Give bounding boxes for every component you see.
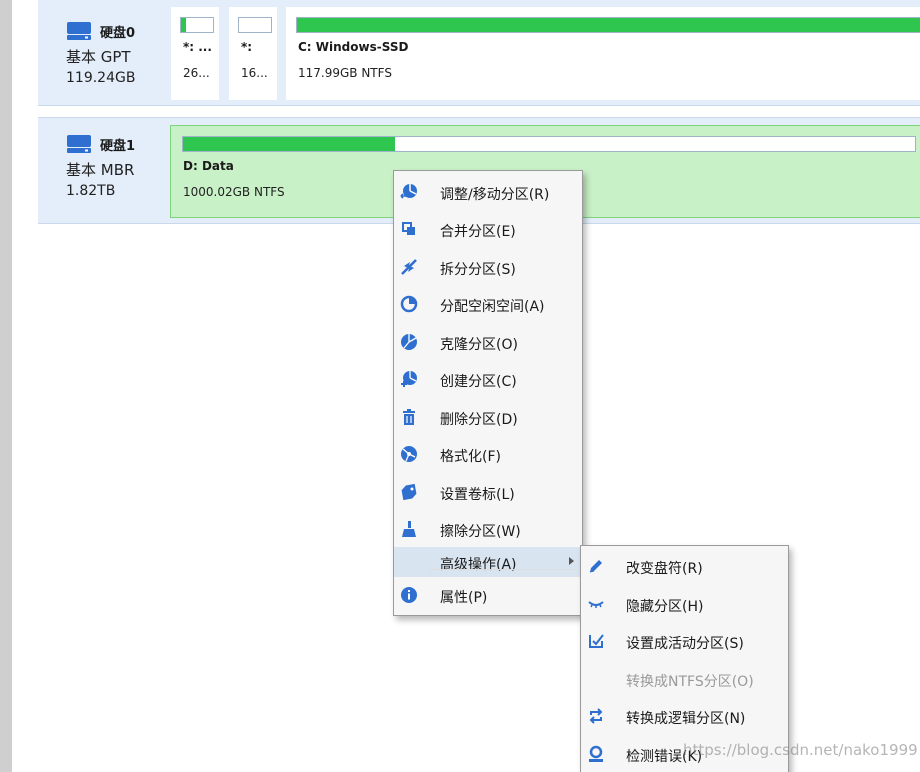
menu-item-label: 高级操作(A) [440, 557, 517, 573]
menu-item-label: 克隆分区(O) [440, 337, 518, 353]
disk-name: 硬盘1 [100, 138, 136, 154]
menu-item-clone[interactable]: 克隆分区(O) [394, 327, 582, 357]
submenu-item-set-active[interactable]: 设置成活动分区(S) [581, 626, 788, 656]
disk-name: 硬盘0 [100, 25, 136, 41]
submenu-item-convert-logical[interactable]: 转换成逻辑分区(N) [581, 701, 788, 731]
menu-item-label: 设置卷标(L) [440, 487, 515, 503]
info-icon [400, 586, 418, 604]
disk-size: 1.82TB [66, 183, 116, 199]
partition-detail: 26... [183, 66, 210, 80]
menu-item-label: 合并分区(E) [440, 224, 516, 240]
submenu-item-label: 设置成活动分区(S) [626, 636, 744, 652]
partition-detail: 1000.02GB NTFS [183, 185, 285, 199]
menu-item-label: 格式化(F) [440, 449, 501, 465]
wipe-icon [400, 520, 418, 538]
set-active-icon [587, 632, 605, 650]
menu-item-format[interactable]: 格式化(F) [394, 439, 582, 469]
menu-item-advanced[interactable]: 高级操作(A) [394, 547, 582, 577]
submenu-item-change-letter[interactable]: 改变盘符(R) [581, 551, 788, 581]
partition-usage-bar [296, 17, 920, 33]
hard-disk-icon [66, 133, 92, 155]
pencil-icon [587, 557, 605, 575]
watermark-text: https://blog.csdn.net/nako1999 [683, 741, 918, 759]
clone-icon [400, 333, 418, 351]
partition-label: C: Windows-SSD [298, 40, 409, 54]
menu-item-split[interactable]: 拆分分区(S) [394, 252, 582, 282]
partition-label: *: [241, 40, 253, 54]
resize-move-icon [400, 183, 418, 201]
menu-item-label: 创建分区(C) [440, 374, 517, 390]
submenu-item-label: 转换成NTFS分区(O) [626, 674, 754, 690]
partition-c[interactable]: C: Windows-SSD 117.99GB NTFS [286, 7, 920, 100]
menu-item-allocate[interactable]: 分配空闲空间(A) [394, 289, 582, 319]
disk-manager-window: 硬盘0 基本 GPT 119.24GB *: ... 26... *: 16..… [0, 0, 920, 772]
create-icon [400, 370, 418, 388]
partition-label: D: Data [183, 159, 234, 173]
menu-item-label: 属性(P) [440, 590, 488, 606]
disk-info-1: 硬盘1 基本 MBR 1.82TB [66, 132, 166, 199]
menu-item-label: 删除分区(D) [440, 412, 518, 428]
menu-item-delete[interactable]: 删除分区(D) [394, 402, 582, 432]
partition-esp[interactable]: *: ... 26... [171, 7, 219, 100]
advanced-submenu: 改变盘符(R) 隐藏分区(H) 设置成活动分区(S) 转换成NTFS分区(O) … [580, 545, 789, 772]
format-icon [400, 445, 418, 463]
partition-usage-bar [180, 17, 214, 33]
submenu-item-label: 改变盘符(R) [626, 561, 703, 577]
menu-item-set-label[interactable]: 设置卷标(L) [394, 477, 582, 507]
split-icon [400, 258, 418, 276]
menu-item-label: 拆分分区(S) [440, 262, 516, 278]
delete-icon [400, 408, 418, 426]
disk-size: 119.24GB [66, 70, 136, 86]
menu-item-label: 分配空闲空间(A) [440, 299, 545, 315]
convert-icon [587, 707, 605, 725]
menu-separator [430, 569, 576, 570]
partition-detail: 16... [241, 66, 268, 80]
partition-usage-bar [182, 136, 916, 152]
usage-fill [183, 137, 396, 151]
menu-item-wipe[interactable]: 擦除分区(W) [394, 514, 582, 544]
context-menu: 调整/移动分区(R) 合并分区(E) 拆分分区(S) 分配空闲空间(A) 克隆分… [393, 170, 583, 616]
submenu-arrow-icon [569, 557, 574, 565]
menu-item-label: 擦除分区(W) [440, 524, 521, 540]
partition-usage-bar [238, 17, 272, 33]
submenu-item-label: 隐藏分区(H) [626, 599, 704, 615]
label-tag-icon [400, 483, 418, 501]
hide-eye-icon [587, 595, 605, 613]
menu-item-merge[interactable]: 合并分区(E) [394, 214, 582, 244]
menu-item-resize-move[interactable]: 调整/移动分区(R) [394, 177, 582, 207]
menu-item-label: 调整/移动分区(R) [440, 187, 550, 203]
disk-type: 基本 GPT [66, 48, 131, 66]
disk-type: 基本 MBR [66, 161, 135, 179]
submenu-item-convert-ntfs[interactable]: 转换成NTFS分区(O) [581, 664, 788, 694]
disk-info-0: 硬盘0 基本 GPT 119.24GB [66, 19, 166, 86]
usage-fill [297, 18, 920, 32]
partition-msr[interactable]: *: 16... [229, 7, 277, 100]
check-error-icon [587, 745, 605, 763]
usage-fill [181, 18, 186, 32]
left-panel-edge [0, 0, 12, 772]
hard-disk-icon [66, 20, 92, 42]
partition-detail: 117.99GB NTFS [298, 66, 392, 80]
merge-icon [400, 220, 418, 238]
menu-item-properties[interactable]: 属性(P) [394, 580, 582, 610]
partition-label: *: ... [183, 40, 212, 54]
submenu-item-hide[interactable]: 隐藏分区(H) [581, 589, 788, 619]
allocate-space-icon [400, 295, 418, 313]
disk-row-0[interactable]: 硬盘0 基本 GPT 119.24GB *: ... 26... *: 16..… [38, 0, 920, 106]
menu-item-create[interactable]: 创建分区(C) [394, 364, 582, 394]
submenu-item-label: 转换成逻辑分区(N) [626, 711, 746, 727]
